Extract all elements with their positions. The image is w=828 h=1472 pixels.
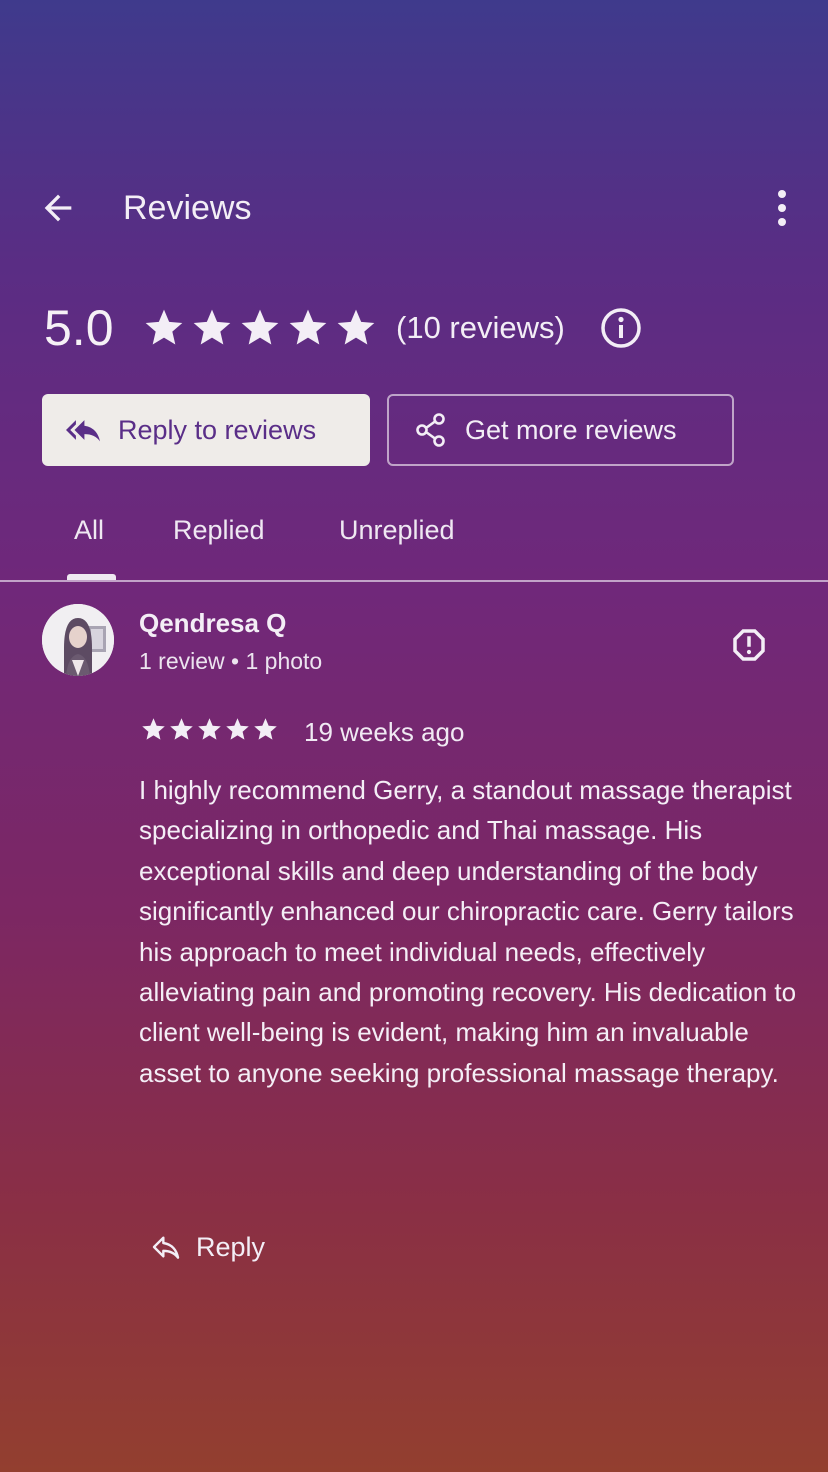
page-title: Reviews [123,189,252,227]
info-icon[interactable] [598,305,644,351]
share-icon [415,413,447,447]
reply-button[interactable]: Reply [150,1222,265,1272]
filter-tabs: All Replied Unreplied [0,500,828,582]
star-icon [140,304,188,352]
report-icon[interactable] [728,624,770,666]
review-stars [139,715,279,743]
star-icon [251,715,279,743]
get-more-reviews-label: Get more reviews [465,414,677,445]
star-icon [284,304,332,352]
reviewer-meta: 1 review • 1 photo [139,648,323,674]
star-icon [188,304,236,352]
tab-replied[interactable]: Replied [173,510,265,550]
reply-icon [150,1231,182,1263]
review-text: I highly recommend Gerry, a standout mas… [139,775,797,1088]
avatar[interactable] [42,604,114,676]
reply-to-reviews-label: Reply to reviews [118,414,317,445]
star-icon [195,715,223,743]
rating-stars [140,304,380,352]
rating-summary: 5.0 (10 reviews) [44,296,744,360]
star-icon [167,715,195,743]
review-count: (10 reviews) [396,310,565,345]
review-time: 19 weeks ago [304,717,465,747]
reply-all-icon [66,413,100,447]
rating-score: 5.0 [44,300,114,356]
reviewer-name[interactable]: Qendresa Q [139,606,286,640]
star-icon [223,715,251,743]
star-icon [236,304,284,352]
star-icon [139,715,167,743]
get-more-reviews-button[interactable]: Get more reviews [387,394,734,466]
more-vert-icon[interactable] [764,186,800,230]
star-icon [332,304,380,352]
reply-label: Reply [196,1231,266,1262]
top-app-bar: Reviews [0,178,828,238]
tab-unreplied[interactable]: Unreplied [339,510,455,550]
back-arrow-icon[interactable] [34,188,82,228]
reply-to-reviews-button[interactable]: Reply to reviews [42,394,370,466]
tab-all[interactable]: All [74,510,104,550]
tabs-divider [0,580,828,582]
